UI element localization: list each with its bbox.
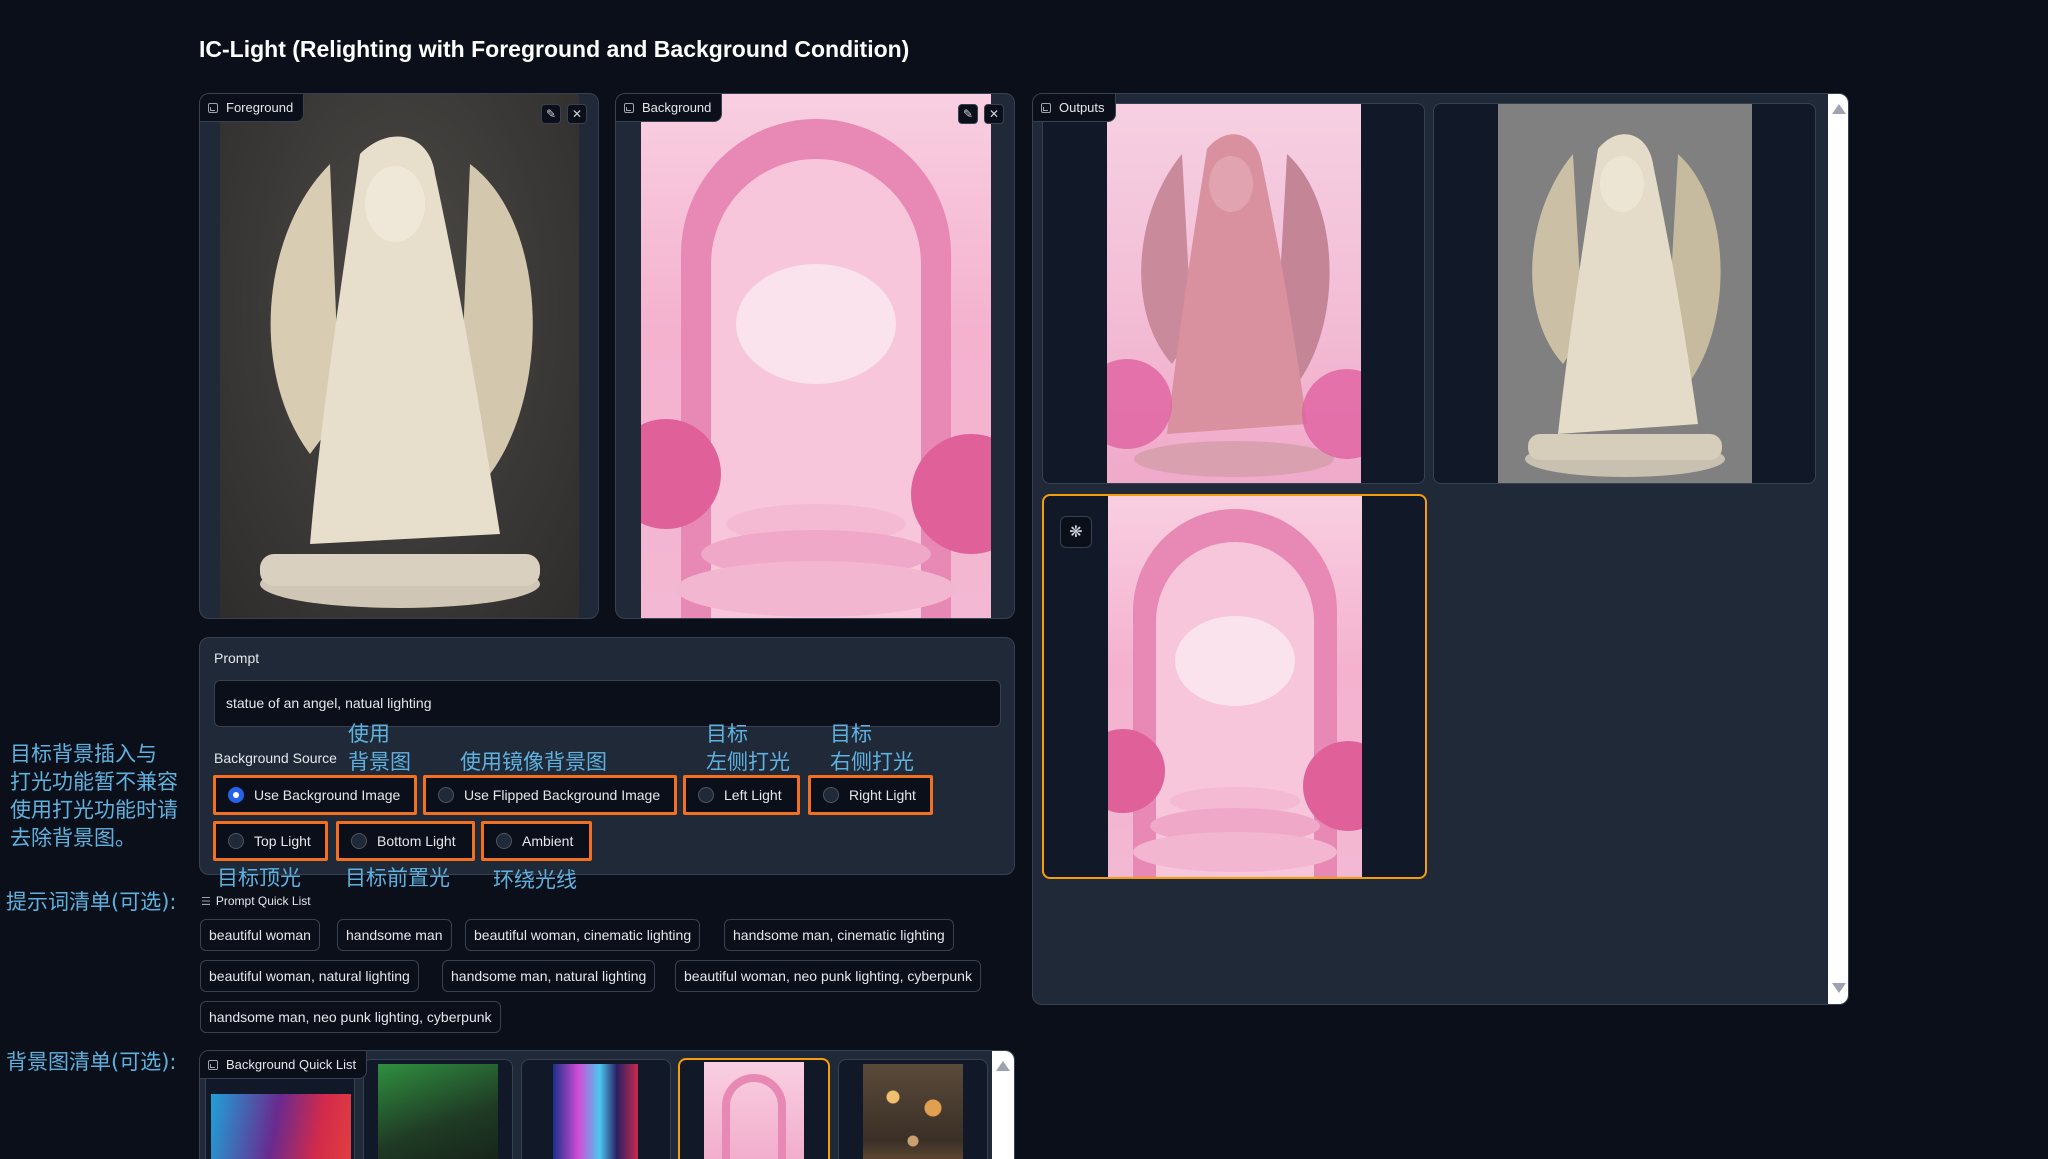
bg-thumb-pink-arch[interactable] (678, 1058, 830, 1159)
radio-indicator (823, 787, 839, 803)
foreground-image (220, 94, 579, 618)
background-label-text: Background (642, 100, 712, 115)
bottom-light-annotation: 目标前置光 (345, 866, 450, 890)
edit-icon[interactable]: ✎ (541, 104, 561, 124)
prompt-list-annotation: 提示词清单(可选): (6, 890, 177, 914)
radio-label: Use Flipped Background Image (464, 787, 661, 803)
close-icon[interactable]: ✕ (984, 104, 1004, 124)
prompt-chip[interactable]: handsome man (337, 919, 452, 951)
outputs-scrollbar[interactable] (1828, 94, 1848, 1004)
output-image-pink-statue (1107, 104, 1361, 483)
prompt-chip[interactable]: handsome man, natural lighting (442, 960, 656, 992)
prompt-label: Prompt (214, 650, 260, 666)
prompt-chip[interactable]: beautiful woman, neo punk lighting, cybe… (675, 960, 981, 992)
ambient-annotation: 环绕光线 (493, 868, 577, 892)
scroll-up-arrow[interactable] (1832, 104, 1846, 114)
list-icon: ☰ (201, 895, 211, 908)
radio-indicator (438, 787, 454, 803)
right-light-annotation: 目标 右侧打光 (830, 722, 914, 774)
prompt-quick-list-label: ☰ Prompt Quick List (201, 894, 311, 908)
use-flipped-annotation: 使用镜像背景图 (460, 750, 607, 774)
prompt-chip[interactable]: beautiful woman, natural lighting (200, 960, 419, 992)
radio-label: Top Light (254, 833, 311, 849)
background-source-label: Background Source (214, 750, 337, 766)
scroll-down-arrow[interactable] (1832, 983, 1846, 993)
radio-use-background-image[interactable]: Use Background Image (213, 775, 417, 815)
radio-left-light[interactable]: Left Light (683, 775, 800, 815)
side-note-annotation: 目标背景插入与 打光功能暂不兼容 使用打光功能时请 去除背景图。 (10, 742, 178, 850)
use-bg-annotation: 使用 背景图 (348, 722, 411, 774)
background-quick-list-label: Background Quick List (200, 1051, 368, 1079)
prompt-chip[interactable]: handsome man, cinematic lighting (724, 919, 954, 951)
radio-label: Bottom Light (377, 833, 456, 849)
scrollbar[interactable] (992, 1051, 1014, 1159)
edit-icon[interactable]: ✎ (958, 104, 978, 124)
brain-icon[interactable]: ❋ (1060, 516, 1092, 548)
top-light-annotation: 目标顶光 (217, 866, 301, 890)
radio-top-light[interactable]: Top Light (213, 821, 328, 861)
foreground-label: Foreground (200, 94, 305, 122)
radio-indicator (698, 787, 714, 803)
bg-thumb-bokeh[interactable] (838, 1059, 988, 1159)
background-quick-list-panel: Background Quick List (199, 1050, 1015, 1159)
outputs-label: Outputs (1033, 94, 1116, 122)
radio-label: Use Background Image (254, 787, 401, 803)
radio-selected-indicator (228, 787, 244, 803)
background-image (641, 94, 991, 618)
radio-bottom-light[interactable]: Bottom Light (336, 821, 475, 861)
radio-label: Ambient (522, 833, 574, 849)
radio-label: Left Light (724, 787, 782, 803)
close-icon[interactable]: ✕ (567, 104, 587, 124)
output-image-2[interactable] (1433, 103, 1816, 484)
radio-ambient[interactable]: Ambient (481, 821, 592, 861)
prompt-chip[interactable]: beautiful woman (200, 919, 320, 951)
image-icon (208, 1059, 218, 1070)
background-label: Background (616, 94, 723, 122)
output-image-grey-statue (1498, 104, 1752, 483)
page-title: IC-Light (Relighting with Foreground and… (199, 36, 910, 62)
radio-indicator (351, 833, 367, 849)
prompt-chip[interactable]: handsome man, neo punk lighting, cyberpu… (200, 1001, 501, 1033)
prompt-chip[interactable]: beautiful woman, cinematic lighting (465, 919, 701, 951)
radio-indicator (228, 833, 244, 849)
background-panel[interactable]: Background ✎ ✕ (615, 93, 1015, 619)
output-image-3[interactable]: ❋ (1042, 494, 1427, 879)
image-icon (1041, 102, 1051, 113)
radio-right-light[interactable]: Right Light (808, 775, 933, 815)
outputs-panel: Outputs ❋ (1032, 93, 1849, 1005)
foreground-label-text: Foreground (226, 100, 294, 115)
image-icon (208, 102, 218, 113)
image-icon (624, 102, 634, 113)
left-light-annotation: 目标 左侧打光 (706, 722, 790, 774)
bg-list-annotation: 背景图清单(可选): (6, 1050, 177, 1074)
bg-thumb-green-shelves[interactable] (363, 1059, 513, 1159)
bg-thumb-neon-city[interactable] (521, 1059, 671, 1159)
foreground-panel[interactable]: Foreground ✎ ✕ (199, 93, 599, 619)
output-image-pink-arch (1108, 496, 1362, 877)
scroll-up-arrow[interactable] (996, 1061, 1010, 1071)
output-image-1[interactable] (1042, 103, 1425, 484)
radio-use-flipped-background-image[interactable]: Use Flipped Background Image (423, 775, 677, 815)
radio-indicator (496, 833, 512, 849)
radio-label: Right Light (849, 787, 916, 803)
